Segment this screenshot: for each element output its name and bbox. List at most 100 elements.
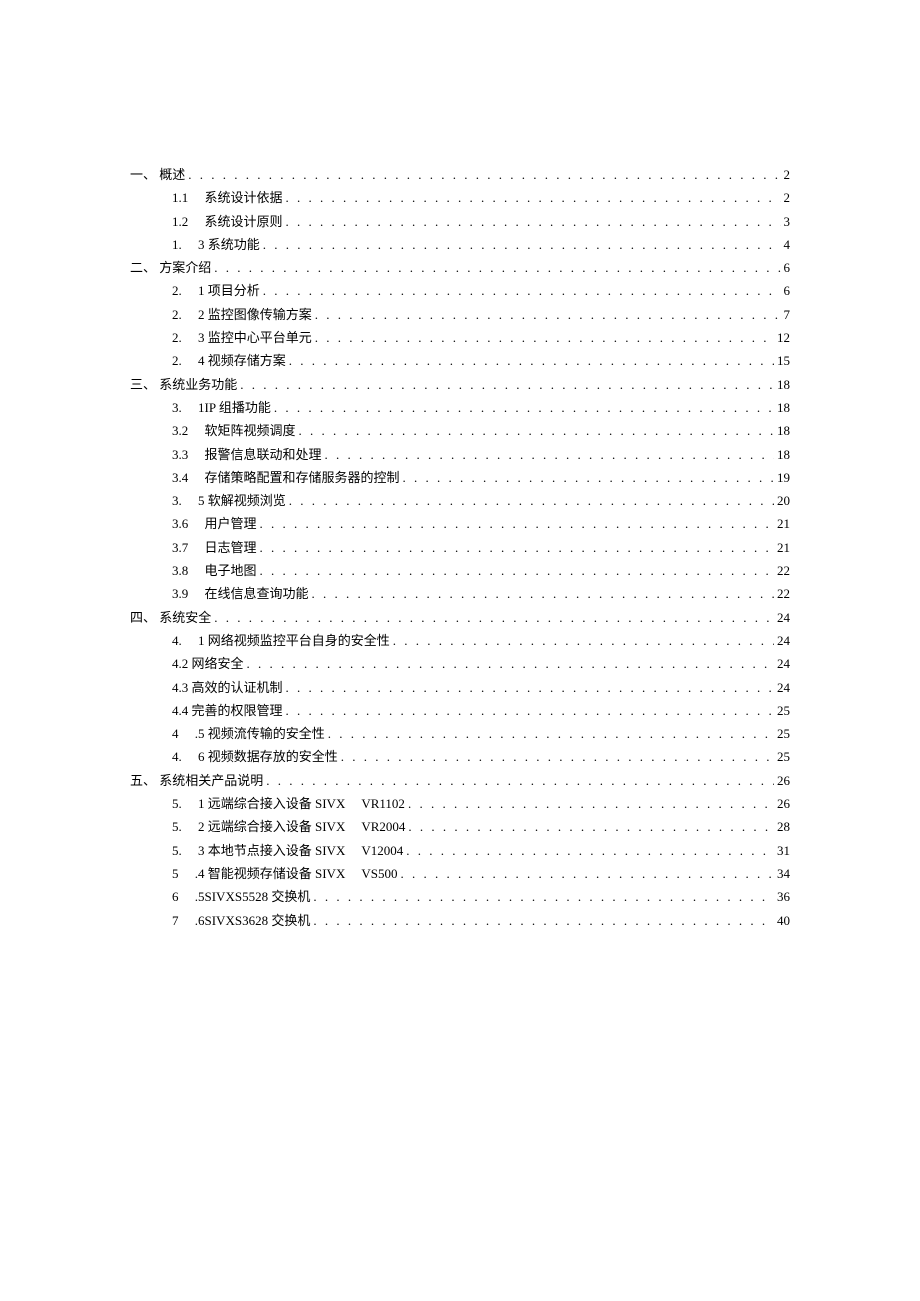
toc-label: 3.9 在线信息查询功能	[172, 587, 309, 600]
toc-page-number: 22	[777, 564, 790, 577]
toc-leader-dots	[286, 191, 781, 204]
toc-label: 3.3 报警信息联动和处理	[172, 448, 322, 461]
toc-entry: 4 .5 视频流传输的安全性25	[172, 727, 790, 740]
toc-label: 3.2 软矩阵视频调度	[172, 424, 296, 437]
toc-label: 一、 概述	[130, 168, 185, 181]
toc-page-number: 40	[777, 914, 790, 927]
toc-label: 3.7 日志管理	[172, 541, 257, 554]
toc-label: 1. 3 系统功能	[172, 238, 260, 251]
toc-label: 5. 2 远端综合接入设备 SIVX VR2004	[172, 820, 405, 833]
toc-entry: 4. 6 视频数据存放的安全性 25	[172, 750, 790, 763]
toc-leader-dots	[214, 261, 780, 274]
toc-leader-dots	[400, 867, 774, 880]
toc-leader-dots	[408, 820, 774, 833]
toc-page-number: 20	[777, 494, 790, 507]
toc-label: 2. 1 项目分析	[172, 284, 260, 297]
toc-label: 7 .6SIVXS3628 交换机	[172, 914, 310, 927]
toc-leader-dots	[263, 238, 781, 251]
toc-label: 5 .4 智能视频存储设备 SIVX VS500	[172, 867, 397, 880]
toc-entry: 4. 1 网络视频监控平台自身的安全性 24	[172, 634, 790, 647]
toc-leader-dots	[274, 401, 774, 414]
toc-page-number: 34	[777, 867, 790, 880]
toc-page-number: 18	[777, 424, 790, 437]
toc-entry: 5. 2 远端综合接入设备 SIVX VR200428	[172, 820, 790, 833]
toc-entry: 一、 概述 2	[130, 168, 790, 181]
table-of-contents: 一、 概述 2 1.1 系统设计依据 2 1.2 系统设计原则3 1. 3 系统功能 4 二、…	[130, 168, 790, 927]
toc-leader-dots	[260, 517, 774, 530]
toc-page-number: 24	[777, 657, 790, 670]
toc-leader-dots	[406, 844, 774, 857]
toc-leader-dots	[289, 494, 774, 507]
toc-leader-dots	[393, 634, 774, 647]
toc-page-number: 25	[777, 750, 790, 763]
toc-page-number: 2	[784, 191, 791, 204]
toc-label: 二、 方案介绍	[130, 261, 211, 274]
toc-page-number: 31	[777, 844, 790, 857]
toc-page-number: 22	[777, 587, 790, 600]
toc-entry: 3.6 用户管理21	[172, 517, 790, 530]
toc-page-number: 4	[784, 238, 791, 251]
toc-label: 四、 系统安全	[130, 611, 211, 624]
toc-entry: 2. 3 监控中心平台单元12	[172, 331, 790, 344]
toc-entry: 3. 5 软解视频浏览 20	[172, 494, 790, 507]
toc-leader-dots	[286, 704, 774, 717]
toc-entry: 5 .4 智能视频存储设备 SIVX VS500 34	[172, 867, 790, 880]
toc-entry: 3.9 在线信息查询功能 22	[172, 587, 790, 600]
toc-label: 4. 1 网络视频监控平台自身的安全性	[172, 634, 390, 647]
toc-leader-dots	[263, 284, 781, 297]
toc-page-number: 24	[777, 634, 790, 647]
toc-leader-dots	[266, 774, 774, 787]
toc-leader-dots	[315, 308, 781, 321]
toc-entry: 1.2 系统设计原则3	[172, 215, 790, 228]
toc-label: 1.1 系统设计依据	[172, 191, 283, 204]
toc-entry: 3.2 软矩阵视频调度 18	[172, 424, 790, 437]
toc-label: 2. 2 监控图像传输方案	[172, 308, 312, 321]
toc-page-number: 12	[777, 331, 790, 344]
toc-leader-dots	[408, 797, 774, 810]
toc-entry: 1. 3 系统功能 4	[172, 238, 790, 251]
toc-label: 3. 5 软解视频浏览	[172, 494, 286, 507]
toc-leader-dots	[313, 890, 774, 903]
toc-leader-dots	[260, 564, 774, 577]
toc-leader-dots	[299, 424, 774, 437]
toc-leader-dots	[325, 448, 774, 461]
toc-label: 5. 1 远端综合接入设备 SIVX VR1102	[172, 797, 405, 810]
toc-leader-dots	[240, 378, 774, 391]
toc-label: 2. 4 视频存储方案	[172, 354, 286, 367]
toc-entry: 5. 3 本地节点接入设备 SIVX V12004 31	[172, 844, 790, 857]
toc-page-number: 6	[784, 261, 791, 274]
toc-entry: 三、 系统业务功能18	[130, 378, 790, 391]
toc-page-number: 25	[777, 727, 790, 740]
toc-page-number: 24	[777, 611, 790, 624]
toc-entry: 2. 4 视频存储方案 15	[172, 354, 790, 367]
toc-leader-dots	[260, 541, 774, 554]
toc-entry: 3. 1IP 组播功能18	[172, 401, 790, 414]
toc-page-number: 3	[784, 215, 791, 228]
toc-entry: 6 .5SIVXS5528 交换机36	[172, 890, 790, 903]
toc-leader-dots	[403, 471, 774, 484]
toc-leader-dots	[315, 331, 774, 344]
toc-page-number: 21	[777, 541, 790, 554]
toc-leader-dots	[289, 354, 774, 367]
toc-entry: 4.3 高效的认证机制24	[172, 681, 790, 694]
toc-entry: 3.8 电子地图 22	[172, 564, 790, 577]
toc-entry: 1.1 系统设计依据 2	[172, 191, 790, 204]
toc-label: 6 .5SIVXS5528 交换机	[172, 890, 310, 903]
toc-page-number: 19	[777, 471, 790, 484]
toc-page-number: 26	[777, 797, 790, 810]
toc-label: 4.4 完善的权限管理	[172, 704, 283, 717]
toc-entry: 4.4 完善的权限管理 25	[172, 704, 790, 717]
toc-page-number: 15	[777, 354, 790, 367]
toc-entry: 二、 方案介绍 6	[130, 261, 790, 274]
toc-label: 4. 6 视频数据存放的安全性	[172, 750, 338, 763]
toc-entry: 4.2 网络安全24	[172, 657, 790, 670]
toc-label: 3.8 电子地图	[172, 564, 257, 577]
toc-leader-dots	[286, 215, 781, 228]
toc-label: 3.6 用户管理	[172, 517, 257, 530]
toc-page-number: 26	[777, 774, 790, 787]
toc-page-number: 24	[777, 681, 790, 694]
toc-page-number: 25	[777, 704, 790, 717]
toc-label: 5. 3 本地节点接入设备 SIVX V12004	[172, 844, 403, 857]
toc-page-number: 2	[784, 168, 791, 181]
toc-page-number: 18	[777, 448, 790, 461]
